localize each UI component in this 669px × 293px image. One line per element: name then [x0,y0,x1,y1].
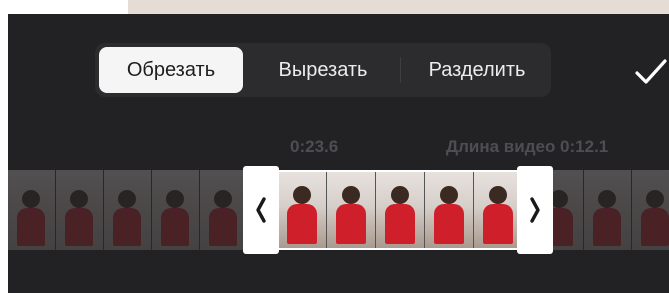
filmstrip-frame [200,170,248,250]
selected-frame [376,172,425,248]
tab-split[interactable]: Разделить [407,47,547,93]
filmstrip-frame [584,170,632,250]
current-time-label: 0:23.6 [290,137,339,156]
filmstrip-frame [152,170,200,250]
top-background-strip [128,0,669,14]
tab-cut[interactable]: Вырезать [253,47,393,93]
trim-selection[interactable] [278,170,517,250]
confirm-button[interactable] [627,52,669,92]
mode-segmented-control: Обрезать Вырезать Разделить [95,43,551,97]
selected-frame [425,172,474,248]
filmstrip-frame [8,170,56,250]
tab-trim[interactable]: Обрезать [99,47,243,93]
duration-label: Длина видео 0:12.1 [446,137,609,156]
filmstrip-frame [56,170,104,250]
selected-frame [278,172,327,248]
filmstrip-frame [632,170,669,250]
filmstrip-frame [104,170,152,250]
left-edge [0,0,8,293]
selected-frame [474,172,517,248]
selected-frame [327,172,376,248]
chevron-right-icon [530,197,540,223]
trim-right-handle[interactable] [517,166,553,254]
checkmark-icon [635,59,667,84]
chevron-left-icon [256,197,266,223]
tab-divider [400,57,401,83]
trim-left-handle[interactable] [243,166,279,254]
